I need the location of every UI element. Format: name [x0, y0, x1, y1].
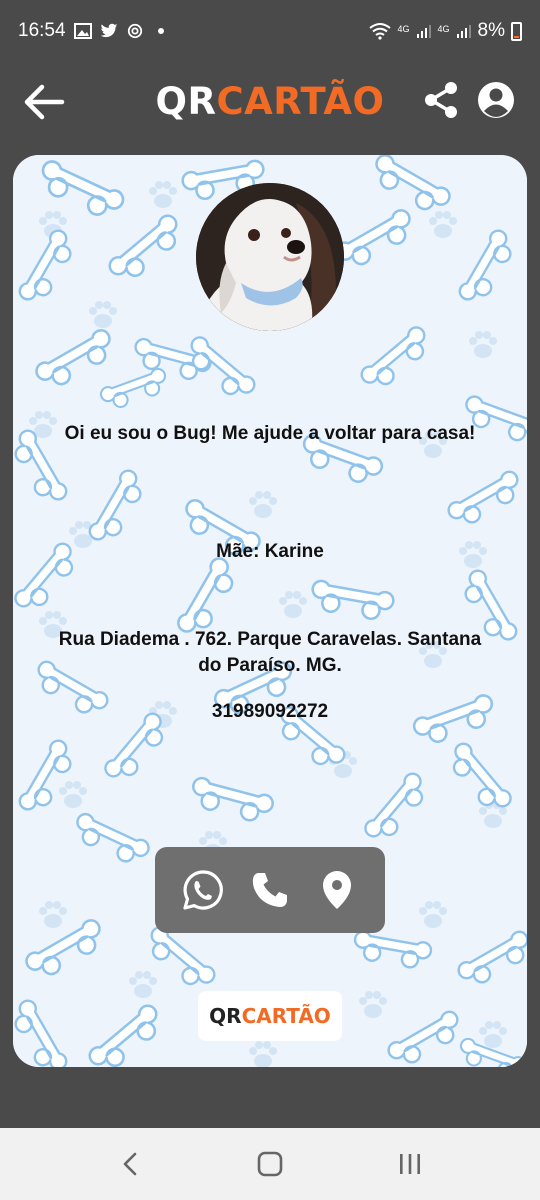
footer-brand-logo[interactable]: QR CARTÃO [198, 991, 342, 1041]
brand-logo: QRCARTÃO [155, 80, 384, 123]
brand-prefix: QR [155, 79, 217, 123]
chevron-left-icon [123, 1152, 137, 1176]
back-arrow-icon[interactable] [22, 82, 66, 122]
pet-headline: Oi eu sou o Bug! Me ajude a voltar para … [64, 423, 476, 444]
whatsapp-icon [183, 870, 223, 910]
battery-icon [511, 21, 522, 41]
footer-brand-accent: CARTÃO [241, 1004, 331, 1028]
status-time: 16:54 [18, 20, 66, 41]
signal-icon [456, 25, 471, 38]
nav-recents-button[interactable] [385, 1144, 435, 1184]
whatsapp-button[interactable] [181, 868, 225, 912]
signal-icon [416, 25, 431, 38]
call-button[interactable] [248, 868, 292, 912]
owner-name: Mãe: Karine [216, 541, 324, 562]
contact-actions [155, 847, 385, 933]
status-bar: 16:54 4G 4G 8% [0, 0, 540, 62]
phone-icon [252, 873, 287, 907]
pet-card: Oi eu sou o Bug! Me ajude a voltar para … [13, 155, 527, 1067]
pet-photo [196, 183, 344, 331]
brand-accent: CARTÃO [216, 79, 385, 123]
nav-back-button[interactable] [105, 1144, 155, 1184]
location-button[interactable] [315, 868, 359, 912]
share-icon[interactable] [422, 80, 460, 120]
signal-2-label: 4G [437, 24, 450, 34]
address: Rua Diadema . 762. Parque Caravelas. San… [58, 629, 482, 676]
account-icon[interactable] [476, 80, 516, 120]
battery-text: 8% [477, 20, 505, 41]
system-nav-bar [0, 1128, 540, 1200]
wifi-icon [368, 23, 391, 40]
nav-home-button[interactable] [245, 1144, 295, 1184]
location-pin-icon [323, 871, 352, 909]
vpn-icon [127, 23, 142, 39]
home-icon [257, 1151, 283, 1177]
signal-1-label: 4G [397, 24, 410, 34]
notification-dot [157, 28, 164, 34]
app-header: QRCARTÃO [0, 62, 540, 140]
footer-brand-prefix: QR [209, 1004, 242, 1028]
gallery-icon [73, 23, 92, 39]
recent-apps-icon [400, 1154, 420, 1174]
twitter-icon [100, 23, 117, 38]
phone-number: 31989092272 [211, 701, 329, 722]
